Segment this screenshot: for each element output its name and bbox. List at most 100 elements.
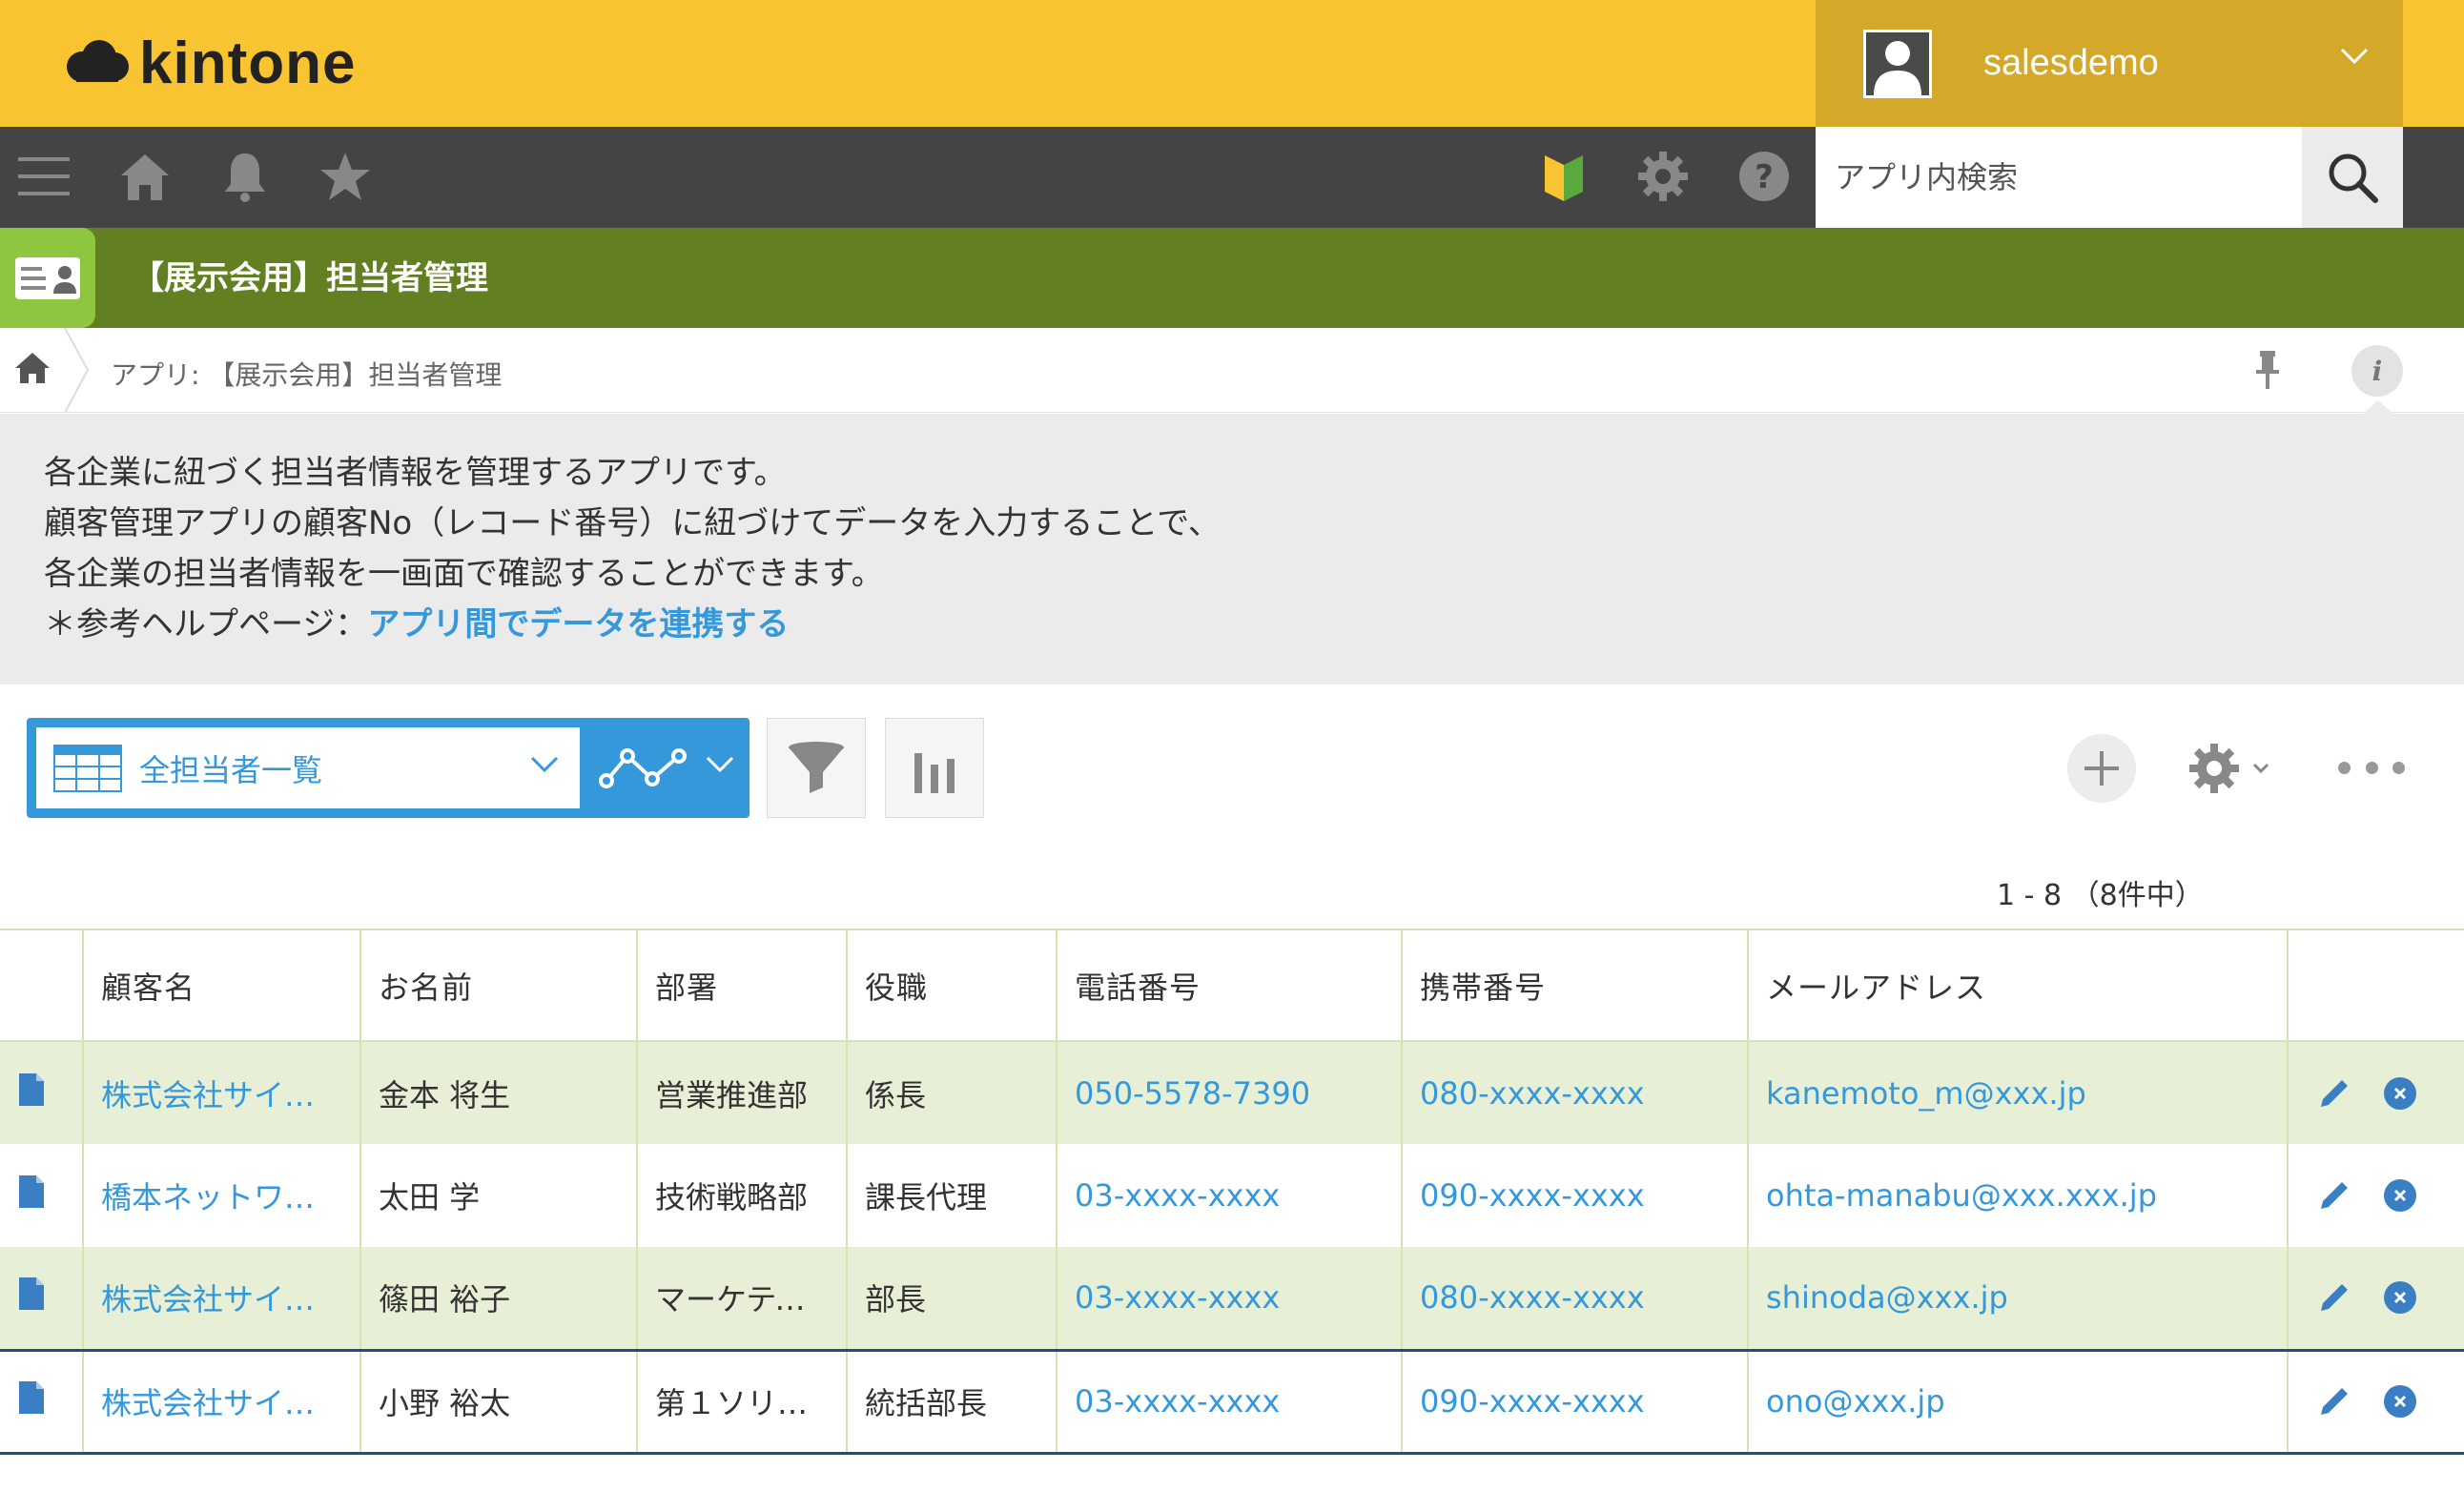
- column-header[interactable]: お名前: [360, 929, 638, 1042]
- mobile-cell[interactable]: 080-xxxx-xxxx: [1402, 1247, 1749, 1350]
- edit-pencil-icon[interactable]: [2317, 1076, 2351, 1111]
- column-header[interactable]: 携帯番号: [1402, 929, 1749, 1042]
- cloud-logo-icon: [67, 40, 129, 82]
- mobile-cell[interactable]: 080-xxxx-xxxx: [1402, 1041, 1749, 1144]
- record-detail-cell[interactable]: [0, 1144, 84, 1247]
- delete-icon[interactable]: [2384, 1281, 2416, 1315]
- table-row: 橋本ネットワー… 太田 学 技術戦略部 課長代理 03-xxxx-xxxx 09…: [0, 1144, 2464, 1247]
- edit-pencil-icon[interactable]: [2317, 1384, 2351, 1419]
- company-cell[interactable]: 株式会社サイボ…: [83, 1348, 361, 1455]
- tel-cell[interactable]: 03-xxxx-xxxx: [1057, 1247, 1403, 1350]
- table-row: 株式会社サイボウズ 金本 将生 営業推進部 係長 050-5578-7390 0…: [0, 1041, 2464, 1144]
- company-cell[interactable]: 橋本ネットワー…: [83, 1144, 361, 1247]
- breadcrumb-app-link[interactable]: アプリ: 【展示会用】担当者管理: [111, 355, 502, 393]
- column-header[interactable]: メールアドレス: [1748, 929, 2289, 1042]
- app-search-input[interactable]: [1816, 127, 2302, 228]
- email-cell[interactable]: kanemoto_m@xxx.jp: [1748, 1041, 2289, 1144]
- table-row-selected: 株式会社サイボ… 小野 裕太 第１ソリュ… 統括部長 03-xxxx-xxxx …: [0, 1348, 2464, 1455]
- avatar: [1863, 29, 1932, 98]
- delete-icon[interactable]: [2384, 1076, 2416, 1110]
- dept-cell: 技術戦略部: [637, 1144, 848, 1247]
- name-cell: 金本 将生: [360, 1041, 638, 1144]
- description-line: ＊参考ヘルプページ：アプリ間でデータを連携する: [44, 600, 2464, 650]
- help-page-link[interactable]: アプリ間でデータを連携する: [367, 605, 789, 643]
- record-detail-cell[interactable]: [0, 1348, 84, 1455]
- star-icon[interactable]: [315, 146, 376, 207]
- search-button[interactable]: [2302, 127, 2403, 228]
- view-selector: 全担当者一覧: [27, 718, 749, 818]
- bell-icon[interactable]: [215, 146, 276, 207]
- row-actions: [2288, 1144, 2464, 1247]
- graph-icon[interactable]: [599, 745, 687, 792]
- tel-cell[interactable]: 03-xxxx-xxxx: [1057, 1348, 1403, 1455]
- view-dropdown[interactable]: 全担当者一覧: [36, 727, 580, 808]
- breadcrumb-separator-icon: [64, 328, 90, 413]
- gear-icon: [2189, 744, 2239, 793]
- app-title[interactable]: 【展示会用】担当者管理: [132, 252, 488, 298]
- edit-pencil-icon[interactable]: [2317, 1280, 2351, 1315]
- row-actions: [2288, 1247, 2464, 1350]
- record-detail-cell[interactable]: [0, 1041, 84, 1144]
- pin-icon[interactable]: [2250, 349, 2285, 391]
- document-icon[interactable]: [19, 1277, 44, 1311]
- gear-icon[interactable]: [1632, 146, 1694, 207]
- add-record-button[interactable]: [2067, 734, 2136, 803]
- home-icon[interactable]: [13, 349, 51, 387]
- help-icon[interactable]: ?: [1734, 146, 1795, 207]
- description-line: 各企業の担当者情報を一画面で確認することができます。: [44, 555, 884, 593]
- user-menu[interactable]: salesdemo: [1816, 0, 2403, 127]
- name-cell: 篠田 裕子: [360, 1247, 638, 1350]
- beginner-icon[interactable]: [1533, 146, 1594, 207]
- record-detail-cell[interactable]: [0, 1247, 84, 1350]
- tel-cell[interactable]: 03-xxxx-xxxx: [1057, 1144, 1403, 1247]
- app-settings-button[interactable]: [2187, 736, 2283, 801]
- table-row: 株式会社サイボ… 篠田 裕子 マーケティ… 部長 03-xxxx-xxxx 08…: [0, 1247, 2464, 1350]
- title-cell: 部長: [847, 1247, 1057, 1350]
- column-header[interactable]: 部署: [637, 929, 848, 1042]
- records-table: 顧客名 お名前 部署 役職 電話番号 携帯番号 メールアドレス 株式会社サイボウ…: [0, 929, 2464, 1455]
- row-actions: [2288, 1348, 2464, 1455]
- description-line: 各企業に紐づく担当者情報を管理するアプリです。: [44, 454, 787, 492]
- delete-icon[interactable]: [2384, 1385, 2416, 1418]
- chevron-down-icon[interactable]: [706, 756, 734, 773]
- description-line: 顧客管理アプリの顧客No（レコード番号）に紐づけてデータを入力することで、: [44, 504, 1221, 542]
- edit-pencil-icon[interactable]: [2317, 1178, 2351, 1213]
- record-count: 1 - 8 （8件中）: [1997, 879, 2204, 912]
- top-header: kintone salesdemo: [0, 0, 2464, 127]
- chevron-down-icon: [2252, 763, 2269, 774]
- document-icon[interactable]: [19, 1175, 44, 1208]
- email-cell[interactable]: ono@xxx.jp: [1748, 1348, 2289, 1455]
- column-header[interactable]: 顧客名: [83, 929, 361, 1042]
- chevron-down-icon: [530, 756, 559, 773]
- tel-cell[interactable]: 050-5578-7390: [1057, 1041, 1403, 1144]
- mobile-cell[interactable]: 090-xxxx-xxxx: [1402, 1348, 1749, 1455]
- dept-cell: 第１ソリュ…: [637, 1348, 848, 1455]
- email-cell[interactable]: shinoda@xxx.jp: [1748, 1247, 2289, 1350]
- chevron-down-icon: [2340, 48, 2369, 65]
- company-cell[interactable]: 株式会社サイボ…: [83, 1247, 361, 1350]
- column-header[interactable]: 役職: [847, 929, 1057, 1042]
- logo-text: kintone: [139, 30, 357, 96]
- search-icon: [2329, 153, 2378, 203]
- info-pointer: [2363, 400, 2393, 414]
- column-header[interactable]: 電話番号: [1057, 929, 1403, 1042]
- delete-icon[interactable]: [2384, 1179, 2416, 1212]
- document-icon[interactable]: [19, 1381, 44, 1414]
- column-header: [2288, 929, 2464, 1042]
- home-icon[interactable]: [114, 146, 175, 207]
- company-cell[interactable]: 株式会社サイボウズ: [83, 1041, 361, 1144]
- mobile-cell[interactable]: 090-xxxx-xxxx: [1402, 1144, 1749, 1247]
- more-options-icon[interactable]: [2338, 753, 2405, 782]
- breadcrumb: アプリ: 【展示会用】担当者管理 i: [0, 328, 2464, 413]
- filter-button[interactable]: [767, 718, 866, 818]
- app-icon[interactable]: [0, 228, 95, 328]
- email-cell[interactable]: ohta-manabu@xxx.xxx.jp: [1748, 1144, 2289, 1247]
- plus-icon: [2084, 751, 2119, 786]
- menu-icon[interactable]: [13, 146, 74, 207]
- document-icon[interactable]: [19, 1072, 44, 1106]
- kintone-logo[interactable]: kintone: [63, 25, 356, 101]
- info-icon[interactable]: i: [2351, 345, 2403, 397]
- bar-chart-icon: [914, 752, 955, 793]
- chart-button[interactable]: [885, 718, 984, 818]
- username: salesdemo: [1983, 43, 2159, 83]
